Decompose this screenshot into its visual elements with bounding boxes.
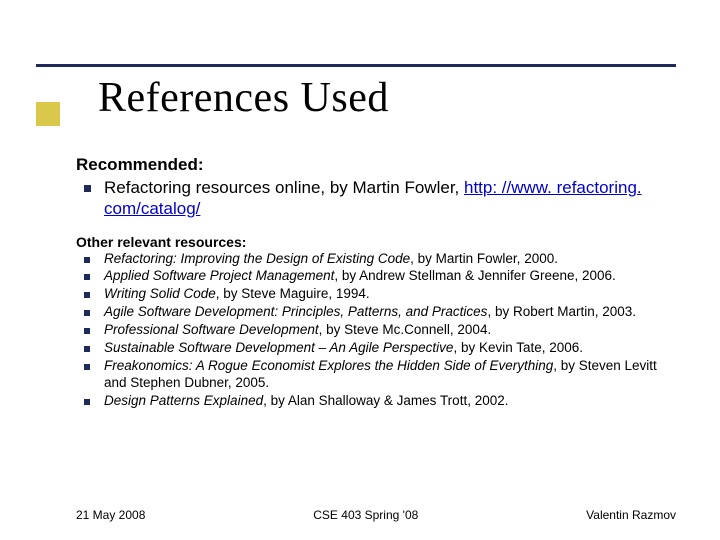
bullet-icon <box>84 399 90 405</box>
bullet-icon <box>84 257 90 263</box>
recommended-heading: Recommended: <box>76 155 676 175</box>
list-item: Sustainable Software Development – An Ag… <box>76 340 676 357</box>
footer: 21 May 2008 CSE 403 Spring '08 Valentin … <box>76 508 676 522</box>
book-title: Professional Software Development <box>104 322 319 337</box>
book-title: Applied Software Project Management <box>104 268 334 283</box>
other-heading: Other relevant resources: <box>76 234 676 250</box>
footer-course: CSE 403 Spring '08 <box>313 508 418 522</box>
book-rest: , by Andrew Stellman & Jennifer Greene, … <box>334 268 615 283</box>
book-title: Sustainable Software Development – An Ag… <box>104 340 453 355</box>
bullet-icon <box>84 274 90 280</box>
bullet-icon <box>84 310 90 316</box>
bullet-icon <box>84 328 90 334</box>
bullet-icon <box>84 185 91 192</box>
book-rest: , by Martin Fowler, 2000. <box>410 251 558 266</box>
book-title: Refactoring: Improving the Design of Exi… <box>104 251 410 266</box>
recommended-list: Refactoring resources online, by Martin … <box>76 177 676 220</box>
recommended-item: Refactoring resources online, by Martin … <box>76 177 676 220</box>
footer-author: Valentin Razmov <box>586 508 676 522</box>
list-item: Writing Solid Code, by Steve Maguire, 19… <box>76 286 676 303</box>
other-list: Refactoring: Improving the Design of Exi… <box>76 251 676 410</box>
book-rest: , by Kevin Tate, 2006. <box>453 340 583 355</box>
footer-date: 21 May 2008 <box>76 508 145 522</box>
content-area: Recommended: Refactoring resources onlin… <box>76 155 676 410</box>
title-rule <box>36 64 676 67</box>
list-item: Design Patterns Explained, by Alan Shall… <box>76 393 676 410</box>
slide-title: References Used <box>98 74 389 122</box>
recommended-text: Refactoring resources online, by Martin … <box>104 178 464 197</box>
list-item: Agile Software Development: Principles, … <box>76 304 676 321</box>
book-title: Agile Software Development: Principles, … <box>104 304 487 319</box>
book-title: Design Patterns Explained <box>104 393 263 408</box>
accent-square <box>36 102 60 126</box>
bullet-icon <box>84 292 90 298</box>
book-rest: , by Steve Maguire, 1994. <box>216 286 370 301</box>
book-title: Freakonomics: A Rogue Economist Explores… <box>104 358 553 373</box>
book-rest: , by Steve Mc.Connell, 2004. <box>319 322 492 337</box>
bullet-icon <box>84 364 90 370</box>
book-title: Writing Solid Code <box>104 286 216 301</box>
list-item: Freakonomics: A Rogue Economist Explores… <box>76 358 676 392</box>
book-rest: , by Alan Shalloway & James Trott, 2002. <box>263 393 508 408</box>
list-item: Refactoring: Improving the Design of Exi… <box>76 251 676 268</box>
list-item: Professional Software Development, by St… <box>76 322 676 339</box>
list-item: Applied Software Project Management, by … <box>76 268 676 285</box>
book-rest: , by Robert Martin, 2003. <box>487 304 636 319</box>
bullet-icon <box>84 346 90 352</box>
